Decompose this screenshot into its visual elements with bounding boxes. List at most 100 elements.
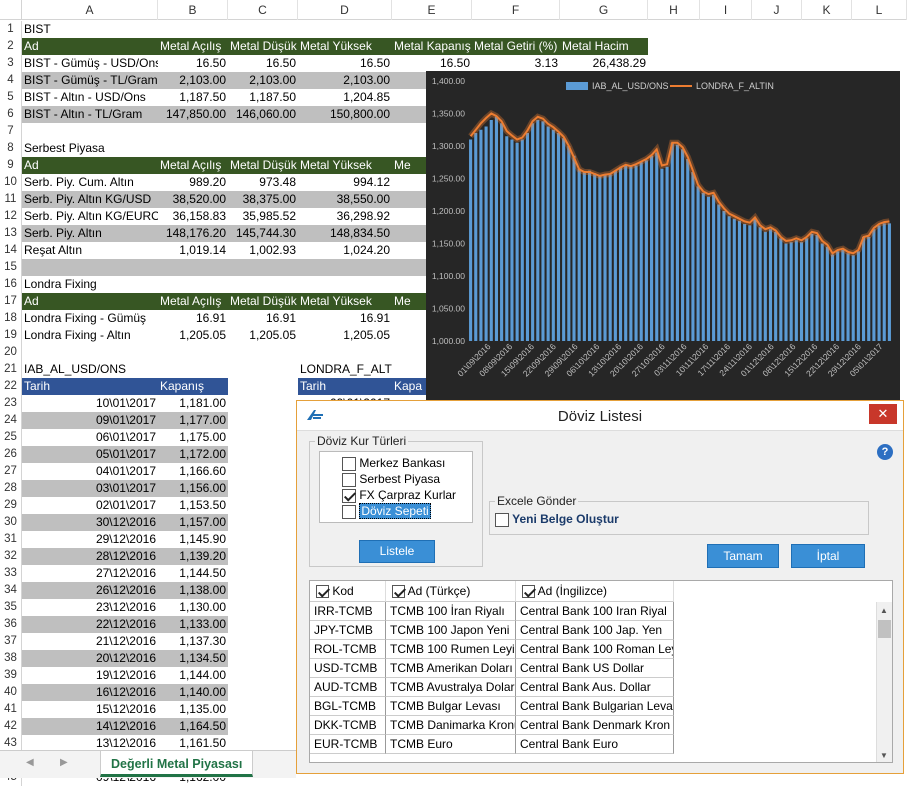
- column-header-g[interactable]: G: [560, 0, 648, 20]
- row-header-32[interactable]: 32: [0, 548, 22, 565]
- row-header-27[interactable]: 27: [0, 463, 22, 480]
- tab-prev-icon[interactable]: ◀: [26, 757, 34, 768]
- row-header-12[interactable]: 12: [0, 208, 22, 225]
- row-header-26[interactable]: 26: [0, 446, 22, 463]
- checkbox-serbest-piyasa[interactable]: [342, 472, 356, 487]
- opt-merkez-bankasi[interactable]: Merkez Bankası: [342, 456, 445, 471]
- cell-c17[interactable]: Metal Düşük: [228, 293, 298, 310]
- grid-cell[interactable]: TCMB Amerikan Doları: [386, 659, 516, 678]
- row-header-41[interactable]: 41: [0, 701, 22, 718]
- row-header-19[interactable]: 19: [0, 327, 22, 344]
- cell-a31[interactable]: 29\12\2016: [22, 531, 158, 548]
- cell-a5[interactable]: BIST - Altın - USD/Ons: [22, 89, 158, 106]
- cell-a41[interactable]: 15\12\2016: [22, 701, 158, 718]
- cell-a42[interactable]: 14\12\2016: [22, 718, 158, 735]
- checkbox-doviz-sepeti[interactable]: [342, 504, 356, 519]
- cell-a38[interactable]: 20\12\2016: [22, 650, 158, 667]
- grid-cell[interactable]: AUD-TCMB: [310, 678, 386, 697]
- cell-b3[interactable]: 16.50: [158, 55, 228, 72]
- row-header-23[interactable]: 23: [0, 395, 22, 412]
- row-header-30[interactable]: 30: [0, 514, 22, 531]
- iptal-button[interactable]: İptal: [791, 544, 865, 568]
- column-header-f[interactable]: F: [472, 0, 560, 20]
- cell-b38[interactable]: 1,134.50: [158, 650, 228, 667]
- cell-e2[interactable]: Metal Kapanış: [392, 38, 472, 55]
- row-header-25[interactable]: 25: [0, 429, 22, 446]
- cell-a6[interactable]: BIST - Altın - TL/Gram: [22, 106, 158, 123]
- cell-a36[interactable]: 22\12\2016: [22, 616, 158, 633]
- cell-d17[interactable]: Metal Yüksek: [298, 293, 392, 310]
- row-header-38[interactable]: 38: [0, 650, 22, 667]
- cell-b34[interactable]: 1,138.00: [158, 582, 228, 599]
- cell-a34[interactable]: 26\12\2016: [22, 582, 158, 599]
- grid-cell[interactable]: Central Bank 100 Iran Riyal: [516, 602, 674, 621]
- cell-b31[interactable]: 1,145.90: [158, 531, 228, 548]
- cell-c18[interactable]: 16.91: [228, 310, 298, 327]
- grid-header-ad-en[interactable]: Ad (İngilizce): [516, 581, 674, 602]
- grid-cell[interactable]: Central Bank Denmark Kron: [516, 716, 674, 735]
- cell-d9[interactable]: Metal Yüksek: [298, 157, 392, 174]
- row-header-39[interactable]: 39: [0, 667, 22, 684]
- cell-b40[interactable]: 1,140.00: [158, 684, 228, 701]
- row-header-24[interactable]: 24: [0, 412, 22, 429]
- sheet-tab-degerli-metal[interactable]: Değerli Metal Piyasası: [100, 751, 254, 777]
- cell-b36[interactable]: 1,133.00: [158, 616, 228, 633]
- help-icon[interactable]: ?: [877, 444, 893, 460]
- cell-a14[interactable]: Reşat Altın: [22, 242, 158, 259]
- scroll-up-icon[interactable]: ▲: [880, 606, 888, 615]
- cell-c2[interactable]: Metal Düşük: [228, 38, 298, 55]
- grid-cell[interactable]: Central Bank 100 Roman Ley: [516, 640, 674, 659]
- cell-b14[interactable]: 1,019.14: [158, 242, 228, 259]
- cell-b27[interactable]: 1,166.60: [158, 463, 228, 480]
- cell-b41[interactable]: 1,135.00: [158, 701, 228, 718]
- grid-cell[interactable]: TCMB 100 Rumen Leyi: [386, 640, 516, 659]
- cell-b29[interactable]: 1,153.50: [158, 497, 228, 514]
- cell-b35[interactable]: 1,130.00: [158, 599, 228, 616]
- grid-cell[interactable]: Central Bank Euro: [516, 735, 674, 754]
- cell-b25[interactable]: 1,175.00: [158, 429, 228, 446]
- row-header-16[interactable]: 16: [0, 276, 22, 293]
- cell-b39[interactable]: 1,144.00: [158, 667, 228, 684]
- cell-d2[interactable]: Metal Yüksek: [298, 38, 392, 55]
- cell-c19[interactable]: 1,205.05: [228, 327, 298, 344]
- opt-serbest-piyasa[interactable]: Serbest Piyasa: [342, 472, 440, 487]
- row-header-2[interactable]: 2: [0, 38, 22, 55]
- row-header-18[interactable]: 18: [0, 310, 22, 327]
- scroll-down-icon[interactable]: ▼: [880, 751, 888, 760]
- grid-cell[interactable]: BGL-TCMB: [310, 697, 386, 716]
- row-header-37[interactable]: 37: [0, 633, 22, 650]
- cell-f2[interactable]: Metal Getiri (%): [472, 38, 560, 55]
- row-header-28[interactable]: 28: [0, 480, 22, 497]
- cell-a11[interactable]: Serb. Piy. Altın KG/USD: [22, 191, 158, 208]
- cell-a39[interactable]: 19\12\2016: [22, 667, 158, 684]
- cell-a24[interactable]: 09\01\2017: [22, 412, 158, 429]
- checkbox-ad-tr[interactable]: [392, 585, 405, 599]
- close-button[interactable]: ✕: [869, 404, 897, 424]
- cell-a13[interactable]: Serb. Piy. Altın: [22, 225, 158, 242]
- column-header-e[interactable]: E: [392, 0, 472, 20]
- grid-cell[interactable]: TCMB Danimarka Kronu: [386, 716, 516, 735]
- row-header-21[interactable]: 21: [0, 361, 22, 378]
- grid-cell[interactable]: DKK-TCMB: [310, 716, 386, 735]
- cell-b32[interactable]: 1,139.20: [158, 548, 228, 565]
- cell-d4[interactable]: 2,103.00: [298, 72, 392, 89]
- doviz-grid[interactable]: Kod Ad (Türkçe) Ad (İngilizce) ▲ ▼ IRR-T…: [309, 580, 893, 763]
- cell-a35[interactable]: 23\12\2016: [22, 599, 158, 616]
- cell-d18[interactable]: 16.91: [298, 310, 392, 327]
- cell-b4[interactable]: 2,103.00: [158, 72, 228, 89]
- row-header-10[interactable]: 10: [0, 174, 22, 191]
- cell-a17[interactable]: Ad: [22, 293, 158, 310]
- cell-a29[interactable]: 02\01\2017: [22, 497, 158, 514]
- column-header-a[interactable]: A: [22, 0, 158, 20]
- cell-b19[interactable]: 1,205.05: [158, 327, 228, 344]
- cell-c14[interactable]: 1,002.93: [228, 242, 298, 259]
- cell-b13[interactable]: 148,176.20: [158, 225, 228, 242]
- checkbox-merkez-bankasi[interactable]: [342, 456, 356, 471]
- opt-fx-carpraz[interactable]: FX Çarpraz Kurlar: [342, 488, 456, 503]
- cell-c10[interactable]: 973.48: [228, 174, 298, 191]
- cell-d10[interactable]: 994.12: [298, 174, 392, 191]
- grid-cell[interactable]: USD-TCMB: [310, 659, 386, 678]
- checkbox-ad-en[interactable]: [522, 585, 535, 599]
- scroll-thumb[interactable]: [878, 620, 891, 638]
- cell-b11[interactable]: 38,520.00: [158, 191, 228, 208]
